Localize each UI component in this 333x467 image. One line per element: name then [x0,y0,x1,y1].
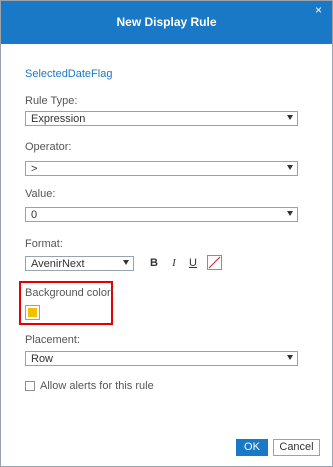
value-select[interactable]: 0 [25,207,298,222]
rule-type-value: Expression [31,113,86,125]
value-label: Value: [25,188,56,200]
text-color-button[interactable] [207,255,222,270]
placement-label: Placement: [25,334,81,346]
dialog-title: New Display Rule [116,15,217,29]
font-value: AvenirNext [31,258,85,270]
chevron-down-icon [287,165,293,170]
chevron-down-icon [287,355,293,360]
chevron-down-icon [123,260,129,265]
background-color-swatch[interactable] [25,305,40,320]
cancel-button[interactable]: Cancel [273,439,320,456]
bold-button[interactable]: B [148,257,160,270]
format-label: Format: [25,238,63,250]
font-select[interactable]: AvenirNext [25,256,134,271]
no-color-icon [208,256,221,269]
operator-label: Operator: [25,141,72,153]
value-value: 0 [31,209,38,221]
chevron-down-icon [287,115,293,120]
operator-select[interactable]: > [25,161,298,176]
underline-button[interactable]: U [187,257,199,270]
placement-select[interactable]: Row [25,351,298,366]
rule-type-select[interactable]: Expression [25,111,298,126]
background-color-label: Background color: [25,287,114,299]
chevron-down-icon [287,211,293,216]
close-icon[interactable]: × [315,4,322,16]
placement-value: Row [31,353,54,365]
rule-type-label: Rule Type: [25,95,78,107]
operator-value: > [31,163,38,175]
ok-button[interactable]: OK [236,439,268,456]
allow-alerts-checkbox[interactable] [25,381,35,391]
italic-button[interactable]: I [168,257,180,270]
allow-alerts-label: Allow alerts for this rule [40,380,154,392]
new-display-rule-dialog: New Display Rule × SelectedDateFlag Rule… [0,0,333,467]
measure-name: SelectedDateFlag [25,68,113,80]
dialog-titlebar: New Display Rule × [1,1,332,44]
background-color-fill [28,308,37,317]
